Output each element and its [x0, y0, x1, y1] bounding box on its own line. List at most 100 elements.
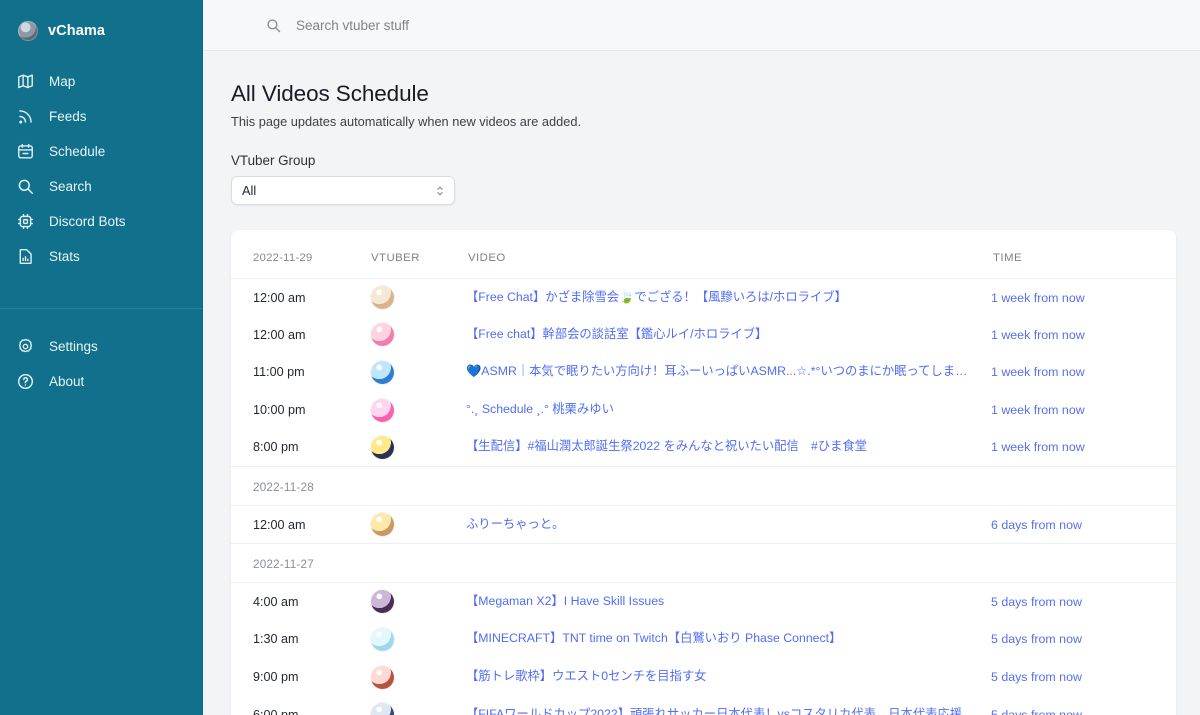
row-vtuber[interactable]: [371, 279, 466, 317]
relative-time-link[interactable]: 1 week from now: [991, 328, 1085, 342]
row-vtuber[interactable]: [371, 316, 466, 354]
video-title-link[interactable]: 【Megaman X2】I Have Skill Issues: [466, 594, 977, 610]
vtuber-group-select-wrap[interactable]: All: [231, 176, 455, 205]
video-title-link[interactable]: 【MINECRAFT】TNT time on Twitch【白鷲いおり Phas…: [466, 631, 977, 647]
sidebar-item-settings[interactable]: Settings: [0, 329, 203, 364]
question-circle-icon: [16, 372, 35, 391]
sidebar-item-schedule[interactable]: Schedule: [0, 134, 203, 169]
relative-time-link[interactable]: 5 days from now: [991, 632, 1082, 646]
row-video: 【FIFAワールドカップ2022】頑張れサッカー日本代表！vsコスタリカ代表 日…: [466, 696, 991, 715]
relative-time-link[interactable]: 6 days from now: [991, 518, 1082, 532]
sidebar-item-search[interactable]: Search: [0, 169, 203, 204]
video-title-link[interactable]: 【Free chat】幹部会の談話室【鑑心ルイ/ホロライブ】: [466, 327, 977, 343]
brand[interactable]: vChama: [0, 14, 203, 48]
sidebar-edge: [202, 0, 203, 715]
sidebar-item-about[interactable]: About: [0, 364, 203, 399]
sidebar-item-stats[interactable]: Stats: [0, 239, 203, 274]
date-group-label: 2022-11-28: [231, 465, 1176, 506]
table-row: 10:00 pm °.¸ Schedule ¸.° 桃栗みゆい 1 week fro…: [231, 391, 1176, 429]
brand-name: vChama: [48, 23, 106, 39]
sidebar-divider: [0, 308, 203, 309]
table-row: 9:00 pm 【筋トレ歌枠】ウエスト0センチを目指す女 5 days from n…: [231, 658, 1176, 696]
sidebar-item-label: Settings: [49, 338, 98, 354]
sidebar-item-label: Discord Bots: [49, 213, 126, 229]
row-relative-time: 5 days from now: [991, 621, 1176, 659]
row-vtuber[interactable]: [371, 658, 466, 696]
sidebar-item-label: About: [49, 373, 85, 389]
video-title-link[interactable]: 【Free Chat】かざま除雪会🍃でござる！【風黲いろは/ホロライブ】: [466, 290, 977, 306]
sidebar-item-label: Schedule: [49, 143, 106, 159]
table-row: 12:00 am 【Free Chat】かざま除雪会🍃でござる！【風黲いろは/ホロ…: [231, 279, 1176, 317]
row-time: 12:00 am: [253, 517, 306, 532]
relative-time-link[interactable]: 1 week from now: [991, 403, 1085, 417]
vtuber-avatar-icon: [18, 21, 38, 41]
gear-icon: [16, 337, 35, 356]
video-title-link[interactable]: ふりーちゃっと。: [466, 517, 977, 533]
sidebar-nav-secondary: Settings About: [0, 329, 203, 399]
row-video: °.¸ Schedule ¸.° 桃栗みゆい: [466, 391, 991, 429]
video-title-link[interactable]: 【FIFAワールドカップ2022】頑張れサッカー日本代表！vsコスタリカ代表 日…: [466, 707, 977, 715]
row-video: 【筋トレ歌枠】ウエスト0センチを目指す女: [466, 658, 991, 696]
relative-time-link[interactable]: 5 days from now: [991, 670, 1082, 684]
column-header-date: 2022-11-29: [231, 230, 371, 279]
relative-time-link[interactable]: 5 days from now: [991, 595, 1082, 609]
sidebar: vChama Map Feeds Schedule Search Discord…: [0, 0, 203, 715]
avatar: [371, 360, 394, 384]
row-relative-time: 1 week from now: [991, 429, 1176, 467]
row-vtuber[interactable]: [371, 696, 466, 715]
row-video: 💙ASMR｜本気で眠りたい方向け！耳ふーいっぱいASMR...☆.*°いつのまに…: [466, 354, 991, 392]
main-area: All Videos Schedule This page updates au…: [203, 0, 1200, 715]
video-title-link[interactable]: 💙ASMR｜本気で眠りたい方向け！耳ふーいっぱいASMR...☆.*°いつのまに…: [466, 364, 977, 380]
row-relative-time: 1 week from now: [991, 279, 1176, 317]
row-relative-time: 6 days from now: [991, 506, 1176, 544]
map-icon: [16, 72, 35, 91]
row-vtuber[interactable]: [371, 429, 466, 467]
video-title-link[interactable]: 【筋トレ歌枠】ウエスト0センチを目指す女: [466, 669, 977, 685]
row-time: 9:00 pm: [253, 670, 299, 685]
row-relative-time: 5 days from now: [991, 658, 1176, 696]
video-title-link[interactable]: 【生配信】#福山潤太郎誕生祭2022 をみんなと祝いたい配信 #ひま食堂: [466, 439, 977, 455]
sidebar-item-label: Feeds: [49, 108, 87, 124]
schedule-table: 2022-11-29 VTUBER VIDEO TIME 12:00 am 【Fr…: [231, 230, 1176, 715]
row-video: 【Megaman X2】I Have Skill Issues: [466, 583, 991, 621]
sidebar-item-discord-bots[interactable]: Discord Bots: [0, 204, 203, 239]
row-vtuber[interactable]: [371, 354, 466, 392]
row-vtuber[interactable]: [371, 621, 466, 659]
app-root: vChama Map Feeds Schedule Search Discord…: [0, 0, 1200, 715]
row-relative-time: 1 week from now: [991, 316, 1176, 354]
relative-time-link[interactable]: 1 week from now: [991, 291, 1085, 305]
avatar: [371, 590, 394, 614]
avatar: [371, 513, 394, 537]
row-vtuber[interactable]: [371, 506, 466, 544]
search-input[interactable]: [296, 17, 616, 33]
table-row: 4:00 am 【Megaman X2】I Have Skill Issues 5 …: [231, 583, 1176, 621]
table-header-row: 2022-11-29 VTUBER VIDEO TIME: [231, 230, 1176, 279]
relative-time-link[interactable]: 1 week from now: [991, 365, 1085, 379]
sidebar-item-feeds[interactable]: Feeds: [0, 99, 203, 134]
row-video: 【Free Chat】かざま除雪会🍃でござる！【風黲いろは/ホロライブ】: [466, 279, 991, 317]
column-header-video: VIDEO: [466, 230, 991, 279]
row-relative-time: 1 week from now: [991, 354, 1176, 392]
avatar: [371, 627, 394, 651]
row-time: 4:00 am: [253, 594, 299, 609]
table-row: 1:30 am 【MINECRAFT】TNT time on Twitch【白鷲い…: [231, 621, 1176, 659]
relative-time-link[interactable]: 5 days from now: [991, 708, 1082, 715]
table-row: 6:00 pm 【FIFAワールドカップ2022】頑張れサッカー日本代表！vsコス…: [231, 696, 1176, 715]
avatar: [371, 665, 394, 689]
search-icon: [16, 177, 35, 196]
row-video: 【MINECRAFT】TNT time on Twitch【白鷲いおり Phas…: [466, 621, 991, 659]
column-header-time: TIME: [991, 230, 1176, 279]
search-bar[interactable]: [265, 17, 616, 34]
video-title-link[interactable]: °.¸ Schedule ¸.° 桃栗みゆい: [466, 402, 977, 418]
avatar: [371, 286, 394, 310]
table-row: 12:00 am ふりーちゃっと。 6 days from now: [231, 506, 1176, 544]
avatar: [371, 703, 394, 715]
vtuber-group-select[interactable]: All: [231, 176, 455, 205]
sidebar-nav-primary: Map Feeds Schedule Search Discord Bots S…: [0, 64, 203, 274]
relative-time-link[interactable]: 1 week from now: [991, 440, 1085, 454]
row-video: ふりーちゃっと。: [466, 506, 991, 544]
sidebar-item-map[interactable]: Map: [0, 64, 203, 99]
chip-icon: [16, 212, 35, 231]
row-vtuber[interactable]: [371, 391, 466, 429]
row-vtuber[interactable]: [371, 583, 466, 621]
